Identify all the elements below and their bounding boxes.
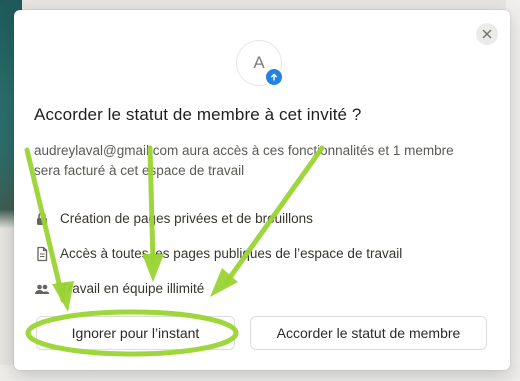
people-icon — [34, 281, 50, 297]
feature-label: Création de pages privées et de brouillo… — [60, 211, 313, 226]
feature-list: Création de pages privées et de brouillo… — [34, 201, 402, 306]
feature-label: Travail en équipe illimité — [60, 281, 205, 296]
upgrade-arrow-icon — [264, 67, 284, 87]
guest-avatar: A — [237, 41, 284, 87]
feature-item: Travail en équipe illimité — [34, 271, 402, 306]
document-icon — [34, 246, 50, 262]
dialog-description: audreylaval@gmail.com aura accès à ces f… — [34, 143, 454, 178]
close-button[interactable] — [476, 23, 498, 45]
upgrade-guest-dialog: A Accorder le statut de membre à cet inv… — [14, 10, 510, 370]
ignore-for-now-button[interactable]: Ignorer pour l’instant — [36, 316, 235, 350]
grant-member-status-button[interactable]: Accorder le statut de membre — [250, 316, 487, 350]
feature-item: Accès à toutes les pages publiques de l’… — [34, 236, 402, 271]
feature-item: Création de pages privées et de brouillo… — [34, 201, 402, 236]
lock-icon — [34, 211, 50, 227]
close-icon — [482, 29, 492, 39]
dialog-title: Accorder le statut de membre à cet invit… — [34, 105, 362, 124]
feature-label: Accès à toutes les pages publiques de l’… — [60, 246, 403, 261]
